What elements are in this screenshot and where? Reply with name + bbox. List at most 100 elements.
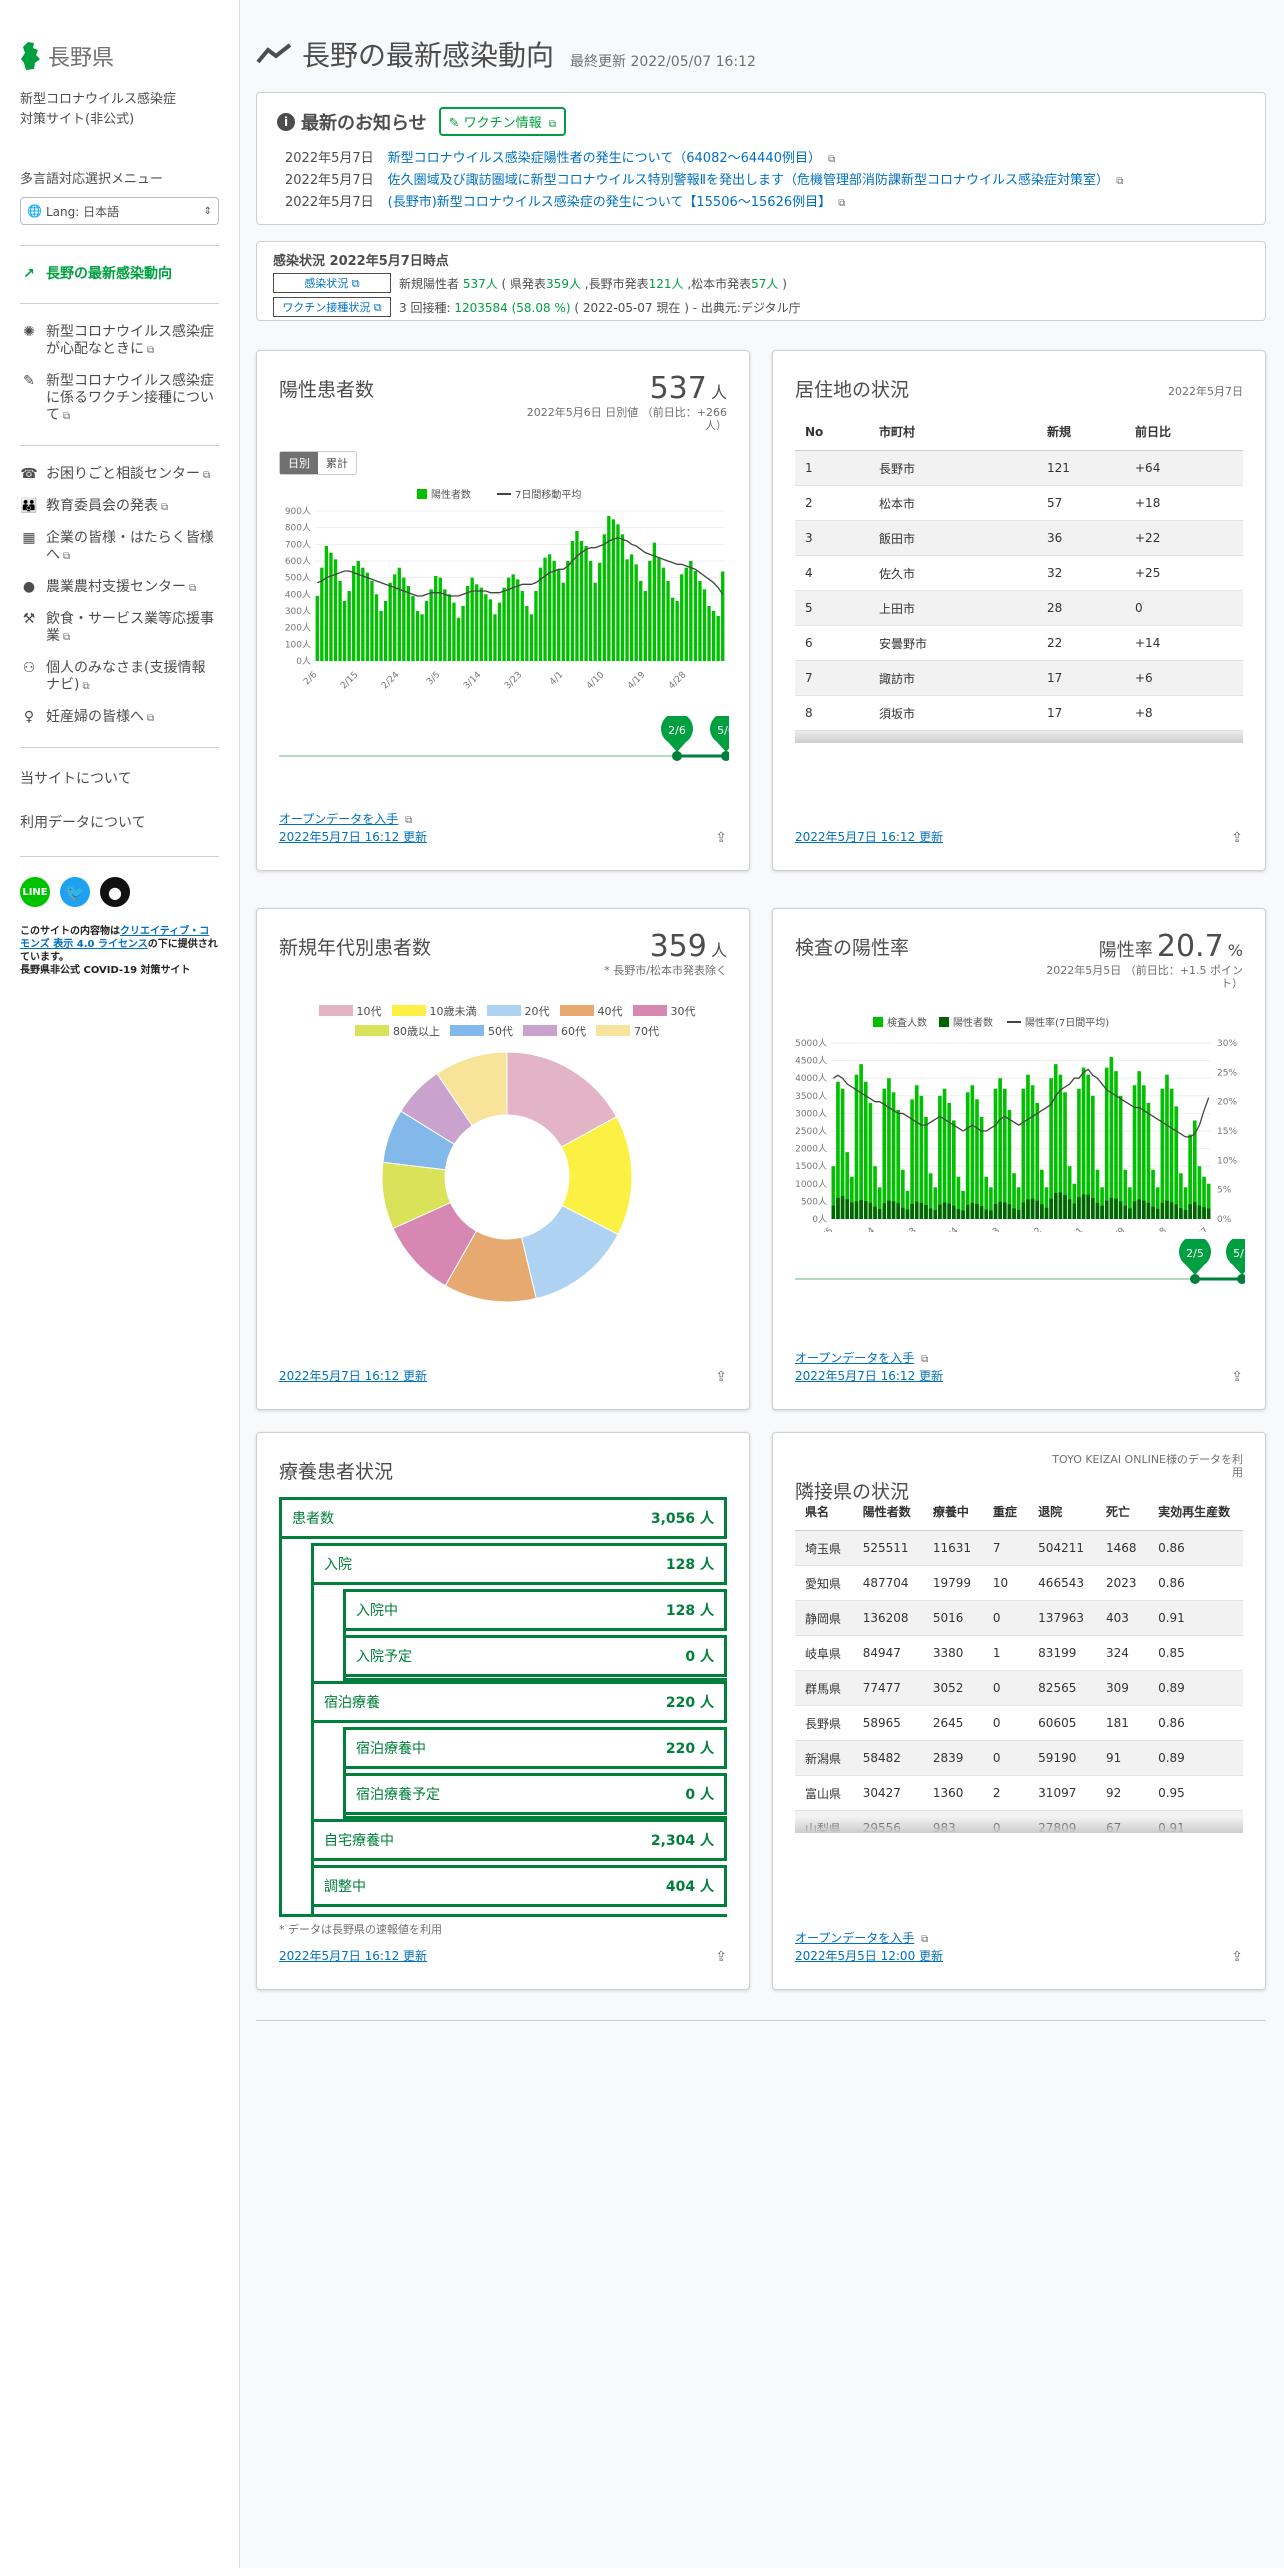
legend-item[interactable]: 80歳以上: [355, 1023, 440, 1039]
vaccine-info-button[interactable]: ✎ ワクチン情報 ⧉: [438, 107, 566, 136]
nav-individual-support[interactable]: ⚇ 個人のみなさま(支援情報ナビ) ⧉: [20, 660, 219, 695]
legend-item[interactable]: 50代: [450, 1023, 513, 1039]
bar-positives: [1179, 1208, 1183, 1219]
bar: [484, 594, 488, 661]
x-tick-label: 3/13: [981, 1226, 1002, 1232]
table-cell: +14: [1125, 625, 1243, 661]
table-cell: 77477: [852, 1670, 923, 1706]
neighbor-table-wrap[interactable]: 県名 陽性者数 療養中 重症 退院 死亡 実効再生産数 埼玉県 525511 11631 7 504…: [795, 1493, 1243, 1833]
table-cell: 0: [982, 1740, 1029, 1776]
share-icon[interactable]: ⇪: [1231, 830, 1243, 846]
share-icon[interactable]: ⇪: [715, 1369, 727, 1385]
page-title: 長野の最新感染動向: [256, 34, 554, 74]
table-cell: 0: [982, 1670, 1029, 1706]
updated-link[interactable]: 2022年5月7日 16:12 更新: [795, 830, 943, 844]
bar: [493, 614, 497, 661]
positive-cases-card: 陽性患者数 537 人 2022年5月6日 日別値 （前日比：+266 人） 日…: [256, 350, 750, 871]
residence-table-wrap[interactable]: No 市町村 新規 前日比 1 長野市 121 +64 2 松本市 57 +18 3 飯田市 36 +22 4…: [795, 413, 1243, 743]
bar-positives: [1040, 1204, 1044, 1219]
updated-link[interactable]: 2022年5月7日 16:12 更新: [279, 1949, 427, 1963]
legend-swatch-tests: [873, 1017, 883, 1027]
nav-consultation[interactable]: ☎ お困りごと相談センター ⧉: [20, 466, 219, 484]
table-cell: 60605: [1028, 1705, 1096, 1741]
bar: [657, 557, 661, 661]
open-data-link[interactable]: オープンデータを入手: [795, 1931, 914, 1945]
bar-positives: [859, 1199, 863, 1219]
table-cell: 0.85: [1148, 1635, 1243, 1671]
y-tick-label: 300人: [285, 606, 311, 617]
bar-positives: [928, 1208, 933, 1219]
legend-item[interactable]: 20代: [486, 1003, 550, 1019]
table-cell: +64: [1125, 450, 1243, 486]
legend-label-line: 7日間移動平均: [515, 488, 581, 501]
nav-latest-trends[interactable]: ↗ 長野の最新感染動向: [20, 266, 219, 283]
nav-education[interactable]: 👪 教育委員会の発表 ⧉: [20, 498, 219, 516]
share-icon[interactable]: ⇪: [715, 1949, 727, 1965]
table-row: 静岡県 136208 5016 0 137963 403 0.91: [795, 1600, 1243, 1636]
bar-tests: [854, 1074, 859, 1219]
news-link[interactable]: 新型コロナウイルス感染症陽性者の発生について（64082～64440例目） ⧉: [388, 148, 836, 170]
bar: [361, 567, 365, 661]
positivity-rate-card: 検査の陽性率 陽性率 20.7 % 2022年5月5日 （前日比：+1.5 ポイ…: [772, 908, 1266, 1410]
table-cell: 11631: [922, 1530, 983, 1566]
legend-swatch: [523, 1025, 557, 1036]
legend-item[interactable]: 10歳未満: [391, 1003, 477, 1019]
table-cell: 487704: [852, 1565, 923, 1601]
nav-agriculture[interactable]: ● 農業農村支援センター ⧉: [20, 579, 219, 597]
legend-item[interactable]: 40代: [559, 1003, 623, 1019]
legend-item[interactable]: 60代: [523, 1023, 586, 1039]
table-cell: 1468: [1096, 1530, 1149, 1566]
nav-business[interactable]: ▦ 企業の皆様・はたらく皆様へ ⧉: [20, 530, 219, 565]
open-data-link[interactable]: オープンデータを入手: [795, 1351, 914, 1365]
x-tick-label: 4/28: [667, 670, 689, 692]
legend-item[interactable]: 70代: [596, 1023, 659, 1039]
updated-link[interactable]: 2022年5月5日 12:00 更新: [795, 1949, 943, 1963]
table-cell: 愛知県: [795, 1565, 853, 1601]
bar-positives: [1007, 1204, 1012, 1219]
table-cell: 岐阜県: [795, 1635, 853, 1671]
news-link[interactable]: 佐久圏域及び諏訪圏域に新型コロナウイルス特別警報Ⅱを発出します（危機管理部消防課…: [388, 170, 1124, 192]
legend-item[interactable]: 30代: [632, 1003, 696, 1019]
vaccination-status-button[interactable]: ワクチン接種状況 ⧉: [273, 297, 391, 317]
twitter-icon[interactable]: 🐦: [60, 877, 90, 907]
legend-label: 20代: [524, 1005, 550, 1018]
x-tick-label: 2/23: [897, 1226, 918, 1232]
table-cell: 1360: [922, 1775, 983, 1811]
share-icon[interactable]: ⇪: [1231, 1949, 1243, 1965]
line-icon[interactable]: LINE: [20, 877, 50, 907]
updated-link[interactable]: 2022年5月7日 16:12 更新: [795, 1369, 943, 1383]
slider-label-end: 5/6: [717, 724, 729, 737]
language-select[interactable]: 🌐 Lang: 日本語 ⇕: [20, 197, 219, 225]
site-logo[interactable]: 長野県: [20, 40, 219, 72]
legend-item[interactable]: 10代: [318, 1003, 382, 1019]
nav-vaccine[interactable]: ✎ 新型コロナウイルス感染症に係るワクチン接種について ⧉: [20, 373, 219, 425]
bar-positives: [1030, 1198, 1035, 1219]
updated-link[interactable]: 2022年5月7日 16:12 更新: [279, 830, 427, 844]
nav-pregnant[interactable]: ♀ 妊産婦の皆様へ ⧉: [20, 709, 219, 727]
apple-icon: ●: [22, 579, 36, 595]
nav-about-data[interactable]: 利用データについて: [20, 812, 219, 832]
bar-positives: [965, 1204, 970, 1219]
share-icon[interactable]: ⇪: [1231, 1369, 1243, 1385]
bar-tests: [859, 1064, 863, 1219]
tab-daily[interactable]: 日別: [280, 452, 318, 474]
github-icon[interactable]: ●: [100, 877, 130, 907]
share-icon[interactable]: ⇪: [715, 830, 727, 846]
updated-link[interactable]: 2022年5月7日 16:12 更新: [279, 1369, 427, 1383]
date-range-slider[interactable]: 2/5 5/5: [795, 1239, 1245, 1289]
nav-restaurant-support[interactable]: ⚒ 飲食・サービス業等応援事業 ⧉: [20, 611, 219, 646]
infection-status-button[interactable]: 感染状況 ⧉: [273, 273, 391, 293]
tab-cumulative[interactable]: 累計: [318, 452, 356, 474]
phone-icon: ☎: [20, 466, 38, 482]
prefecture-name: 長野県: [48, 46, 115, 71]
bar: [643, 591, 647, 661]
bar: [593, 582, 597, 661]
news-link[interactable]: (長野市)新型コロナウイルス感染症の発生について【15506～15626例目】 …: [388, 192, 846, 214]
table-cell: 3380: [922, 1635, 983, 1671]
nav-if-worried[interactable]: ✺ 新型コロナウイルス感染症が心配なときに ⧉: [20, 324, 219, 359]
open-data-link[interactable]: オープンデータを入手: [279, 812, 398, 826]
nav-about-site[interactable]: 当サイトについて: [20, 768, 219, 788]
table-cell: 58965: [852, 1705, 923, 1741]
bar-positives: [840, 1196, 845, 1219]
date-range-slider[interactable]: 2/6 5/6: [279, 716, 729, 766]
